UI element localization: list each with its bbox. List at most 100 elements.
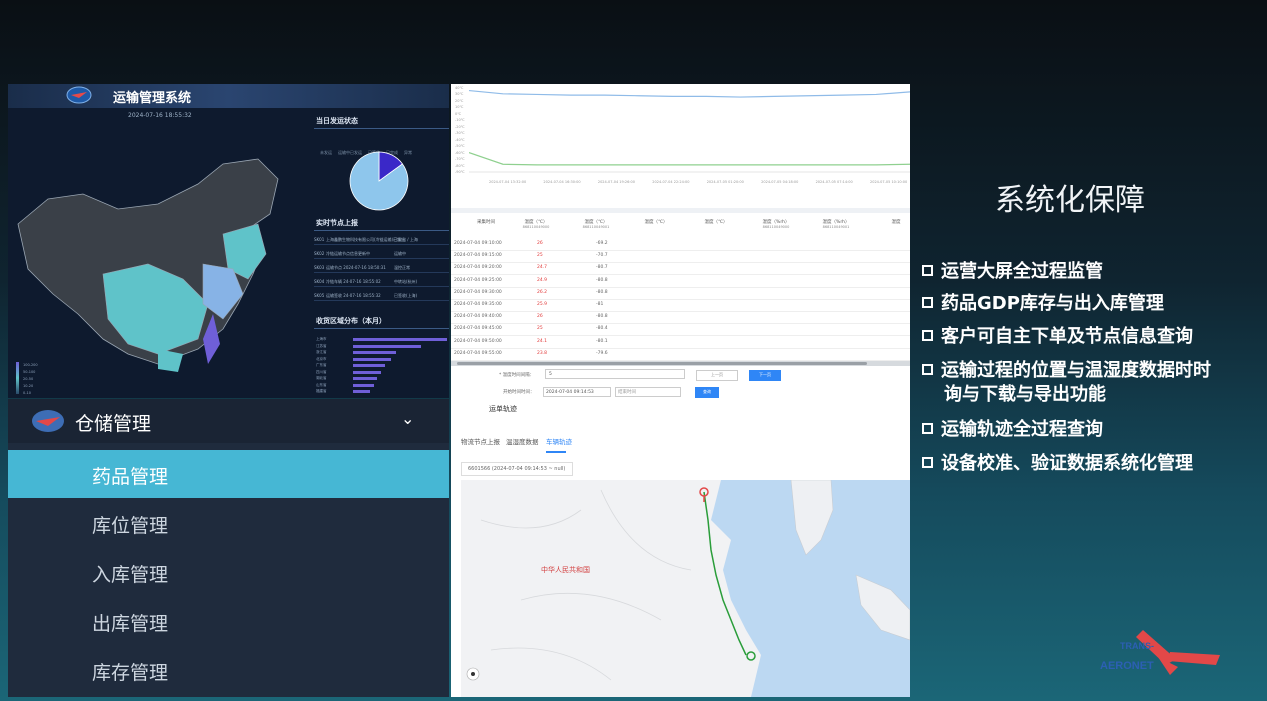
waybill-select[interactable]: 6601566 (2024-07-04 09:14:53 ~ null) [461, 462, 573, 476]
divider [314, 128, 449, 129]
menu-item-label: 出库管理 [92, 613, 169, 635]
region-label: 湖北省 [316, 376, 327, 380]
scrollbar-thumb[interactable] [457, 362, 867, 365]
status-pie-chart [349, 151, 409, 211]
interval-label: * 温度时间间隔： [499, 373, 535, 378]
end-time-input[interactable]: 结束时间 [615, 387, 681, 397]
query-button[interactable]: 查询 [695, 387, 719, 398]
menu-item-label: 库位管理 [92, 515, 169, 537]
menu-item[interactable]: 出库管理 [8, 597, 449, 645]
table-row-divider [451, 311, 910, 312]
table-cell-time: 2024-07-04 09:45:00 [454, 326, 502, 332]
table-cell-time: 2024-07-04 09:40:00 [454, 314, 502, 320]
menu-item[interactable]: 入库管理 [8, 548, 449, 596]
region-bar [353, 351, 397, 354]
table-top-scrollbar[interactable] [451, 208, 910, 213]
table-row-divider [451, 347, 910, 349]
realtime-row-text: 冷链运输节点信息更新中 [326, 251, 370, 256]
slide-bullet-text: 设备校准、验证数据系统化管理 [941, 453, 1193, 474]
table-cell-temp1: 25 [537, 253, 543, 259]
menu-item[interactable]: 库位管理 [8, 499, 449, 547]
y-tick-label: -80℃ [455, 163, 465, 168]
realtime-row-id: SK01 [314, 237, 325, 242]
route-map[interactable]: 中华人民共和国 [461, 479, 910, 697]
slide-heading: 系统化保障 [995, 183, 1145, 218]
table-cell-time: 2024-07-04 09:50:00 [454, 338, 502, 344]
route-map-canvas: 中华人民共和国 [461, 479, 910, 697]
y-tick-label: -90℃ [455, 170, 465, 174]
table-cell-temp2: -80.8 [596, 314, 608, 320]
y-tick-label: -30℃ [455, 131, 465, 136]
table-cell-temp2: -80.1 [596, 338, 608, 344]
temperature-chart-panel: 40℃ 30℃ 20℃ 10℃ 0℃ -10℃ -20℃ -30℃ -40℃ -50℃ -60℃ -7… [451, 84, 910, 201]
slide-bullet: 运营大屏全过程监管 [922, 257, 1103, 283]
region-bar [353, 338, 447, 341]
table-cell-time: 2024-07-04 09:35:00 [454, 302, 502, 307]
track-map-panel: 运单轨迹 6601566 (2024-07-04 09:14:53 ~ null… [451, 399, 910, 697]
table-header: 温度（℃） 868110049000 [511, 219, 561, 229]
country-label: 中华人民共和国 [541, 565, 590, 574]
realtime-row-tag: 运输中 [394, 251, 406, 256]
region-bar [353, 370, 382, 374]
sensor-data-table-panel: * 温度时间间隔： 5 上一页 下一页 开始时间时间： 2024-07-04 0… [451, 201, 910, 399]
prev-page-button[interactable]: 上一页 [696, 370, 738, 381]
warehouse-menu-panel: 仓储管理 ⌄ 药品管理库位管理入库管理出库管理库存管理 [8, 399, 449, 697]
table-row-divider [451, 298, 910, 300]
y-tick-label: -70℃ [455, 157, 465, 162]
menu-item-label: 库存管理 [92, 662, 169, 684]
track-tab[interactable]: 物流节点上报 [461, 436, 500, 446]
table-cell-temp1: 23.8 [537, 350, 548, 356]
region-label: 浙江省 [316, 350, 327, 354]
dashboard-title: 运输管理系统 [113, 91, 192, 106]
locate-icon [466, 667, 480, 681]
x-tick-label: 2024-07-04 16:30:00 [543, 180, 581, 184]
chevron-down-icon[interactable]: ⌄ [401, 409, 414, 428]
table-cell-temp1: 26 [537, 241, 543, 246]
region-bar [353, 383, 374, 387]
region-label: 福建省 [316, 389, 327, 393]
y-tick-label: 20℃ [455, 98, 464, 103]
x-tick-label: 2024-07-04 22:24:00 [652, 180, 690, 184]
track-tab[interactable]: 车辆轨迹 [546, 436, 572, 446]
map-legend-bar [16, 362, 19, 394]
realtime-row-tag: 温控正常 [394, 265, 410, 270]
table-scrollbar[interactable] [451, 361, 910, 366]
table-cell-temp1: 26.2 [537, 289, 548, 295]
start-time-input[interactable]: 2024-07-04 09:14:53 [543, 387, 611, 397]
table-cell-temp1: 24.7 [537, 265, 548, 271]
table-row-divider [451, 274, 910, 276]
table-cell-temp1: 24.1 [537, 338, 548, 344]
y-tick-label: -50℃ [455, 144, 465, 149]
realtime-row-id: SK02 [314, 251, 325, 256]
realtime-row-tag: 已签收(上海) [394, 293, 418, 298]
menu-header[interactable]: 仓储管理 ⌄ [8, 399, 449, 443]
table-cell-temp2: -80.8 [596, 277, 608, 283]
dashboard-timestamp: 2024-07-16 18:55:32 [128, 112, 192, 119]
x-tick-label: 2024-07-05 01:20:00 [706, 180, 744, 184]
interval-input[interactable]: 5 [545, 369, 685, 379]
checkbox-square-icon [922, 265, 933, 276]
table-row-divider [451, 262, 910, 264]
region-bar [353, 364, 385, 367]
slide-bullet-text: 运输过程的位置与温湿度数据时时 [941, 360, 1211, 381]
track-panel-title: 运单轨迹 [489, 405, 517, 413]
table-header: 温度（℃） [631, 219, 681, 225]
track-tab[interactable]: 温湿度数据 [506, 436, 539, 446]
next-page-button[interactable]: 下一页 [749, 370, 781, 381]
active-tab-underline [546, 451, 566, 453]
realtime-row: SK05 运输签收 24-07-16 18:55:32 已签收(上海) [314, 290, 449, 301]
start-time-label: 开始时间时间： [503, 390, 535, 395]
region-bar [353, 344, 421, 348]
region-label: 四川省 [316, 369, 327, 374]
y-tick-label: 10℃ [455, 105, 464, 110]
realtime-row-tag: 已发出 / 上海 [394, 237, 418, 242]
temperature-series-line [469, 152, 910, 166]
menu-header-label: 仓储管理 [75, 413, 152, 435]
menu-item[interactable]: 库存管理 [8, 646, 449, 694]
temperature-series-line [469, 89, 910, 98]
region-label: 广东省 [316, 363, 327, 367]
y-tick-label: 40℃ [455, 86, 464, 90]
checkbox-square-icon [922, 297, 933, 308]
table-header: 温度（℃） 868110049001 [571, 219, 621, 229]
menu-item[interactable]: 药品管理 [8, 450, 449, 498]
